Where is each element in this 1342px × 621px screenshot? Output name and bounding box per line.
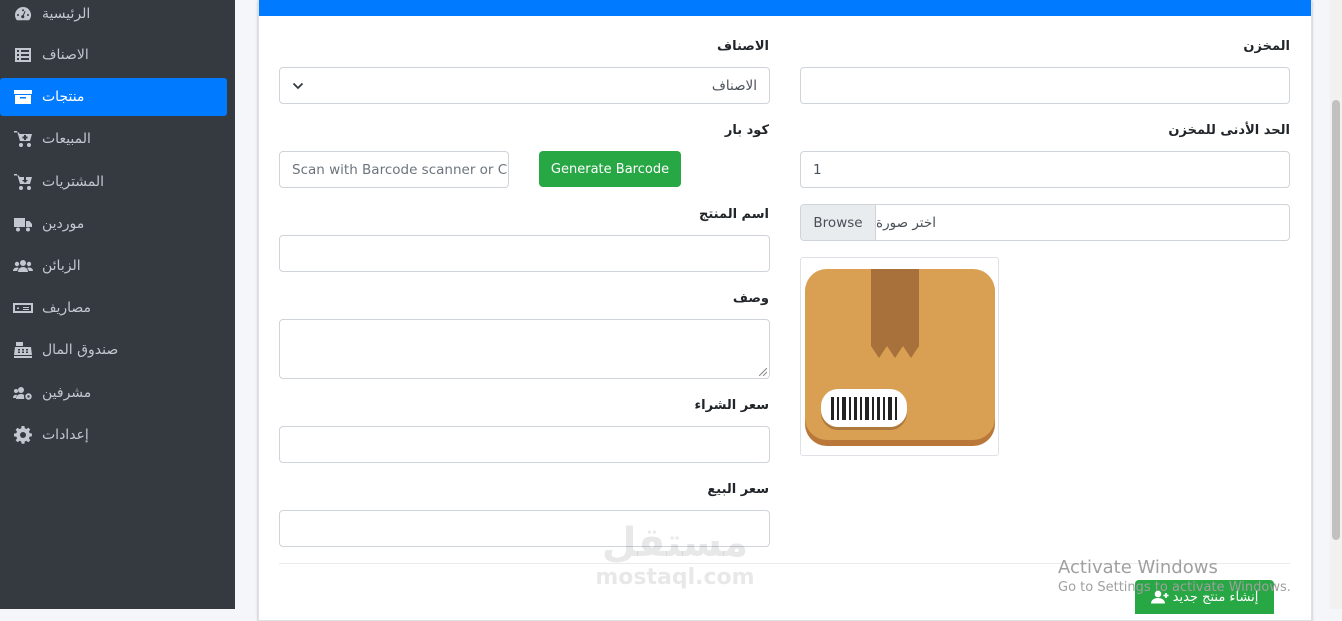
scrollbar-thumb[interactable] [1332,100,1340,540]
purchase-price-label: سعر الشراء [694,398,770,413]
sidebar-item-label: إعدادات [42,427,89,443]
min-stock-input[interactable]: 1 [800,151,1290,188]
cash-register-icon [12,341,34,359]
generate-barcode-button[interactable]: Generate Barcode [539,151,681,187]
barcode-label: كود بار [724,123,769,138]
chevron-down-icon [292,82,304,89]
image-file-placeholder: اختر صورة [876,214,936,231]
category-selected: الاصناف [711,77,757,94]
description-textarea[interactable] [279,319,770,379]
min-stock-label: الحد الأدنى للمخزن [1168,123,1290,138]
card-header [259,0,1311,16]
page-scrollbar[interactable] [1330,0,1342,609]
sidebar-item-admins[interactable]: مشرفين [0,374,227,412]
product-name-input[interactable] [279,235,770,272]
cart-plus-icon [12,130,34,148]
sidebar-item-cashbox[interactable]: صندوق المال [0,331,227,369]
sidebar-item-expenses[interactable]: مصاريف [0,289,227,327]
cart-down-icon [12,173,34,191]
sidebar-item-purchases[interactable]: المشتريات [0,163,227,201]
sidebar-item-label: الرئيسية [42,6,91,22]
image-file-input[interactable]: Browse اختر صورة [800,204,1290,241]
min-stock-value: 1 [813,161,822,178]
category-select[interactable]: الاصناف [279,67,770,104]
sidebar: الرئيسية الاصناف منتجات المبيعات المشتري… [0,0,235,609]
users-icon [12,257,34,275]
windows-activation-notice: Activate Windows Go to Settings to activ… [1058,557,1291,595]
watermark-arabic: مستقل [601,520,749,566]
warehouse-label: المخزن [1243,39,1290,54]
sale-price-label: سعر البيع [707,482,769,497]
sidebar-item-customers[interactable]: الزبائن [0,247,227,285]
money-bill-icon [12,299,34,317]
sidebar-item-label: مصاريف [42,300,92,316]
warehouse-input[interactable] [800,67,1290,104]
sidebar-item-label: منتجات [42,89,85,105]
browse-button[interactable]: Browse [801,205,876,240]
product-form-card: المخزن الحد الأدنى للمخزن 1 Browse اختر … [258,0,1312,621]
sidebar-item-label: صندوق المال [42,342,119,358]
sidebar-item-label: مشرفين [42,385,92,401]
resize-handle-icon[interactable] [759,368,767,376]
activation-subtitle: Go to Settings to activate Windows. [1058,580,1291,595]
sidebar-item-home[interactable]: الرئيسية [0,0,227,33]
sidebar-item-label: المشتريات [42,174,105,190]
sidebar-item-products[interactable]: منتجات [0,78,227,116]
sidebar-item-label: الاصناف [42,47,89,63]
activation-title: Activate Windows [1058,557,1218,578]
barcode-placeholder: Scan with Barcode scanner or C [292,161,508,178]
sidebar-item-label: المبيعات [42,131,91,147]
sidebar-item-label: الزبائن [42,258,81,274]
product-image-preview [800,257,999,456]
sidebar-item-label: موردين [42,216,85,232]
product-name-label: اسم المنتج [699,207,769,222]
watermark: مستقل mostaql.com [590,520,760,590]
truck-icon [12,215,34,233]
purchase-price-input[interactable] [279,426,770,463]
watermark-latin: mostaql.com [595,565,755,590]
barcode-input[interactable]: Scan with Barcode scanner or C [279,151,509,188]
sidebar-item-sales[interactable]: المبيعات [0,120,227,158]
cog-icon [12,426,34,444]
list-icon [12,46,34,64]
users-cog-icon [12,384,34,402]
sidebar-item-categories[interactable]: الاصناف [0,36,227,74]
description-label: وصف [732,291,769,306]
sidebar-item-suppliers[interactable]: موردين [0,205,227,243]
sidebar-item-settings[interactable]: إعدادات [0,416,227,454]
archive-icon [12,88,34,106]
category-label: الاصناف [717,39,769,54]
package-image [805,269,995,446]
dashboard-icon [12,5,34,23]
